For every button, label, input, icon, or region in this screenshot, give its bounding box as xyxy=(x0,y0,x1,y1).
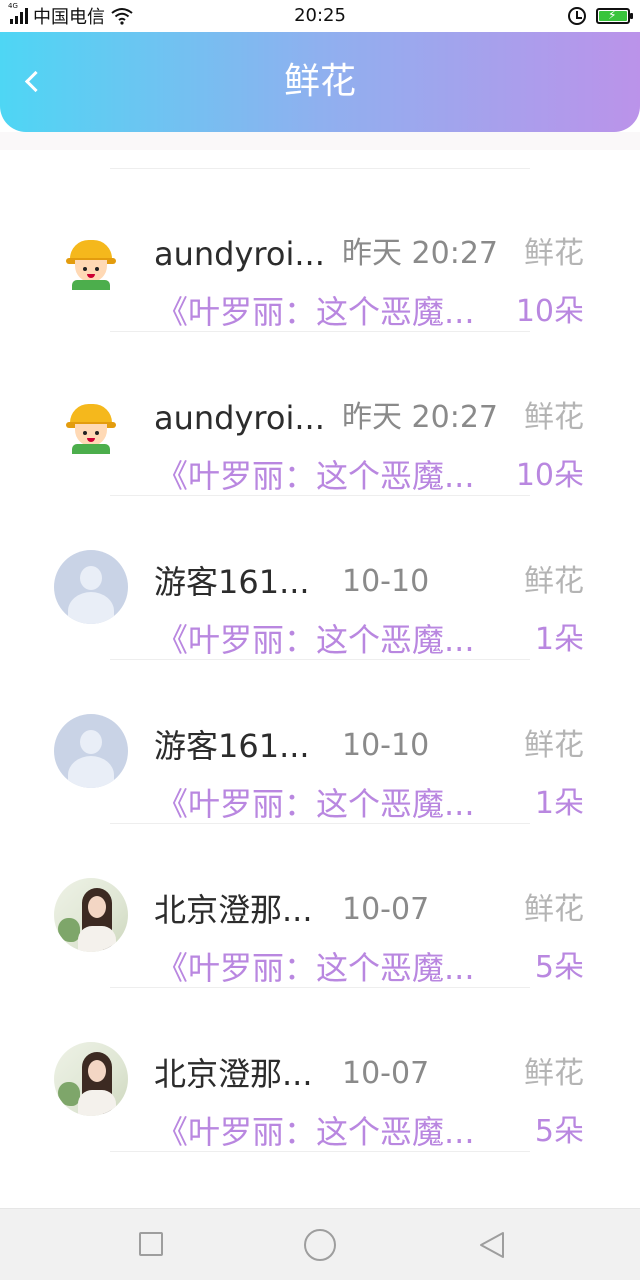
home-icon[interactable] xyxy=(304,1229,336,1261)
gift-type-label: 鲜花 xyxy=(524,1056,584,1091)
book-title: 《叶罗丽：这个恶魔... xyxy=(156,457,475,495)
alarm-icon xyxy=(568,7,586,25)
flower-count: 10朵 xyxy=(515,458,584,493)
list-item[interactable]: 游客161... 10-10 鲜花 《叶罗丽：这个恶魔... 1朵 xyxy=(0,660,640,824)
page-title: 鲜花 xyxy=(283,61,356,102)
gift-time: 10-07 xyxy=(342,892,430,927)
book-title: 《叶罗丽：这个恶魔... xyxy=(156,949,475,987)
gift-type-label: 鲜花 xyxy=(524,400,584,435)
avatar[interactable] xyxy=(54,222,128,296)
user-name: aundyroi... xyxy=(154,235,324,273)
flower-count: 1朵 xyxy=(534,786,584,821)
gift-time: 10-10 xyxy=(342,728,430,763)
app-header: 鲜花 xyxy=(0,32,640,132)
status-bar: 4G 中国电信 20:25 ⚡ xyxy=(0,0,640,32)
avatar[interactable] xyxy=(54,386,128,460)
user-name: 游客161... xyxy=(154,563,310,601)
user-name: 北京澄那... xyxy=(154,1055,313,1093)
list-item[interactable]: 北京澄那... 10-07 鲜花 《叶罗丽：这个恶魔... 5朵 xyxy=(0,988,640,1152)
list-item[interactable]: aundyroi... 昨天 20:27 鲜花 《叶罗丽：这个恶魔... 10朵 xyxy=(0,332,640,496)
header-spacer xyxy=(0,132,640,150)
flower-count: 1朵 xyxy=(534,622,584,657)
flower-gift-list: aundyroi... 昨天 20:27 鲜花 《叶罗丽：这个恶魔... 10朵… xyxy=(0,150,640,1152)
avatar[interactable] xyxy=(54,878,128,952)
flower-count: 5朵 xyxy=(534,950,584,985)
avatar[interactable] xyxy=(54,1042,128,1116)
book-title: 《叶罗丽：这个恶魔... xyxy=(156,1113,475,1151)
flower-count: 10朵 xyxy=(515,294,584,329)
gift-time: 昨天 20:27 xyxy=(342,400,498,435)
gift-type-label: 鲜花 xyxy=(524,236,584,271)
flower-count: 5朵 xyxy=(534,1114,584,1149)
gift-time: 昨天 20:27 xyxy=(342,236,498,271)
recent-apps-icon[interactable] xyxy=(139,1232,163,1256)
list-item[interactable]: 游客161... 10-10 鲜花 《叶罗丽：这个恶魔... 1朵 xyxy=(0,496,640,660)
avatar[interactable] xyxy=(54,550,128,624)
list-item[interactable]: aundyroi... 昨天 20:27 鲜花 《叶罗丽：这个恶魔... 10朵 xyxy=(0,150,640,332)
list-item[interactable]: 北京澄那... 10-07 鲜花 《叶罗丽：这个恶魔... 5朵 xyxy=(0,824,640,988)
system-nav-bar xyxy=(0,1208,640,1280)
back-icon[interactable] xyxy=(476,1229,508,1261)
gift-time: 10-07 xyxy=(342,1056,430,1091)
book-title: 《叶罗丽：这个恶魔... xyxy=(156,785,475,823)
user-name: 游客161... xyxy=(154,727,310,765)
book-title: 《叶罗丽：这个恶魔... xyxy=(156,293,475,331)
status-time: 20:25 xyxy=(294,5,346,26)
gift-type-label: 鲜花 xyxy=(524,728,584,763)
status-right: ⚡ xyxy=(568,4,633,28)
battery-charging-icon: ⚡ xyxy=(596,8,633,24)
user-name: aundyroi... xyxy=(154,399,324,437)
avatar[interactable] xyxy=(54,714,128,788)
user-name: 北京澄那... xyxy=(154,891,313,929)
gift-time: 10-10 xyxy=(342,564,430,599)
gift-type-label: 鲜花 xyxy=(524,892,584,927)
book-title: 《叶罗丽：这个恶魔... xyxy=(156,621,475,659)
gift-type-label: 鲜花 xyxy=(524,564,584,599)
